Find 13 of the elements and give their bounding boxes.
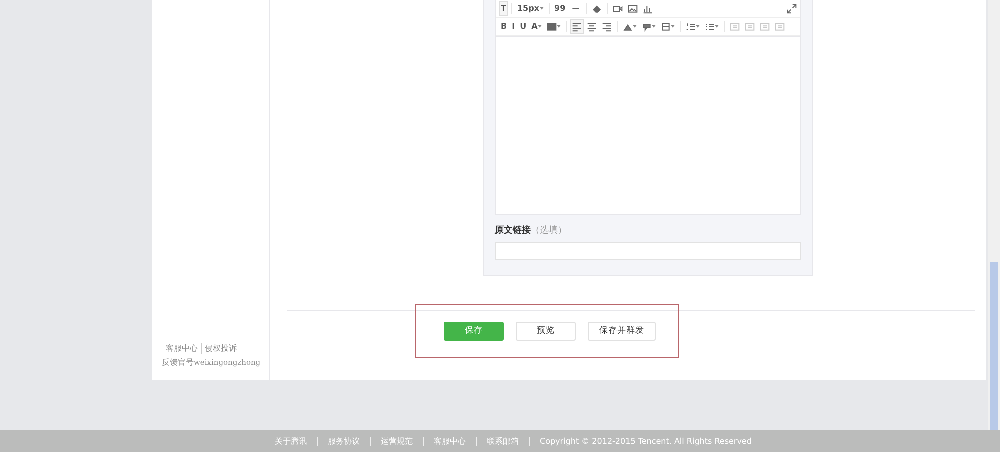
toolbar-button[interactable]: I — [510, 19, 518, 34]
action-button[interactable]: 预览 — [516, 322, 576, 340]
account-label: 反馈官号 — [162, 358, 194, 367]
sidebar-footer-link[interactable]: 客服中心 — [166, 343, 198, 354]
action-button[interactable]: 保存并群发 — [588, 322, 656, 340]
toolbar-button[interactable]: 15px — [515, 1, 546, 16]
toolbar-button[interactable]: B — [499, 19, 510, 34]
toolbar-button[interactable]: 99 — [552, 1, 568, 16]
toolbar-button[interactable]: T — [499, 1, 508, 16]
copyright-text: Copyright © 2012-2015 Tencent. All Rights Reserved — [529, 436, 752, 446]
toolbar-button[interactable]: U — [518, 19, 529, 34]
toolbar-button[interactable]: A — [530, 19, 544, 34]
source-link-label: 原文链接（选填） — [495, 224, 568, 237]
